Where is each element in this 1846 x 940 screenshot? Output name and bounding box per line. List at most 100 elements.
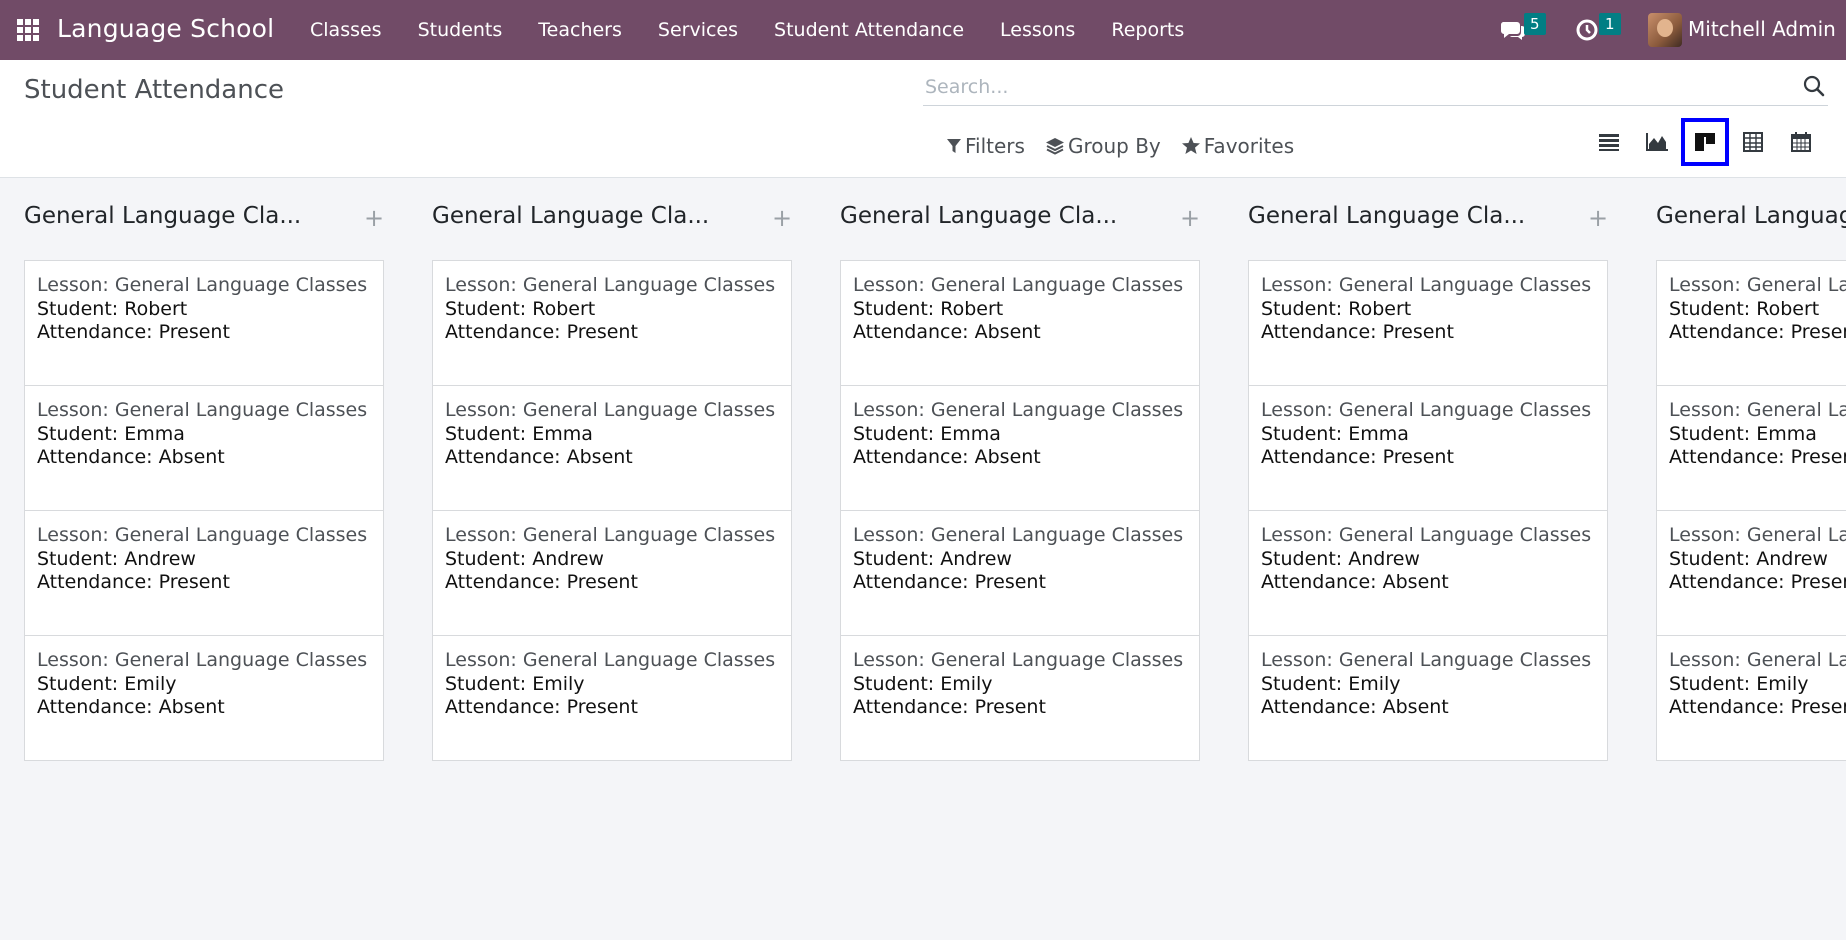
card-attendance: Attendance: Absent [37, 446, 225, 468]
card-attendance: Attendance: Present [1261, 321, 1454, 343]
quick-create-plus-icon[interactable]: + [364, 203, 384, 233]
card-student: Student: Robert [445, 297, 596, 320]
kanban-column-title[interactable]: General Language Cla... [1656, 203, 1846, 229]
card-lesson: Lesson: General Language Classes [853, 399, 1184, 421]
kanban-card[interactable]: Lesson: General Language Classes Student… [840, 510, 1200, 636]
calendar-view-button[interactable] [1777, 118, 1825, 166]
kanban-card[interactable]: Lesson: General Language Classes Student… [432, 385, 792, 511]
card-attendance: Attendance: Absent [1261, 696, 1449, 718]
pivot-view-button[interactable] [1729, 118, 1777, 166]
chat-icon[interactable] [1500, 17, 1526, 43]
quick-create-plus-icon[interactable]: + [1180, 203, 1200, 233]
kanban-icon [1695, 133, 1715, 151]
search-input[interactable] [925, 72, 1785, 102]
kanban-card[interactable]: Lesson: General Language Classes Student… [1656, 510, 1846, 636]
card-student: Student: Emma [853, 422, 1001, 445]
card-attendance: Attendance: Absent [37, 696, 225, 718]
card-attendance: Attendance: Present [37, 571, 230, 593]
kanban-card[interactable]: Lesson: General Language Classes Student… [1656, 635, 1846, 761]
kanban-card[interactable]: Lesson: General Language Classes Student… [840, 635, 1200, 761]
kanban-column-header: General Language Cla... + [1656, 203, 1846, 237]
card-attendance: Attendance: Present [1669, 321, 1846, 343]
app-grid-icon[interactable] [17, 19, 39, 41]
filters-label: Filters [965, 134, 1025, 158]
kanban-card[interactable]: Lesson: General Language Classes Student… [1656, 260, 1846, 386]
control-panel: Student Attendance Filters Group By [0, 60, 1846, 178]
calendar-icon [1791, 132, 1811, 152]
card-lesson: Lesson: General Language Classes [445, 399, 776, 421]
kanban-card[interactable]: Lesson: General Language Classes Student… [24, 385, 384, 511]
card-lesson: Lesson: General Language Classes [37, 399, 368, 421]
menu-item-student-attendance[interactable]: Student Attendance [756, 0, 982, 60]
top-navbar: Language School Classes Students Teacher… [0, 0, 1846, 60]
kanban-card[interactable]: Lesson: General Language Classes Student… [1248, 635, 1608, 761]
kanban-card[interactable]: Lesson: General Language Classes Student… [24, 260, 384, 386]
favorites-button[interactable]: Favorites [1171, 130, 1304, 162]
card-student: Student: Robert [37, 297, 188, 320]
kanban-card[interactable]: Lesson: General Language Classes Student… [1248, 260, 1608, 386]
card-lesson: Lesson: General Language Classes [853, 649, 1184, 671]
card-lesson: Lesson: General Language Classes [445, 524, 776, 546]
app-brand[interactable]: Language School [57, 14, 274, 43]
avatar[interactable] [1648, 13, 1682, 47]
group-by-button[interactable]: Group By [1035, 130, 1171, 162]
list-view-button[interactable] [1585, 118, 1633, 166]
kanban-cards: Lesson: General Language Classes Student… [432, 260, 792, 761]
menu-item-reports[interactable]: Reports [1093, 0, 1202, 60]
menu-item-teachers[interactable]: Teachers [520, 0, 640, 60]
kanban-cards: Lesson: General Language Classes Student… [24, 260, 384, 761]
kanban-card[interactable]: Lesson: General Language Classes Student… [24, 635, 384, 761]
layers-icon [1045, 138, 1064, 155]
card-lesson: Lesson: General Language Classes [37, 649, 368, 671]
menu-item-lessons[interactable]: Lessons [982, 0, 1093, 60]
card-attendance: Attendance: Present [445, 571, 638, 593]
list-icon [1599, 134, 1619, 151]
kanban-card[interactable]: Lesson: General Language Classes Student… [1248, 385, 1608, 511]
kanban-card[interactable]: Lesson: General Language Classes Student… [432, 635, 792, 761]
card-student: Student: Emily [1261, 672, 1401, 695]
activities-count-badge: 1 [1599, 13, 1621, 35]
kanban-column-title[interactable]: General Language Cla... [840, 203, 1140, 229]
kanban-board: General Language Cla... + Lesson: Genera… [0, 179, 1846, 940]
card-attendance: Attendance: Present [853, 696, 1046, 718]
kanban-card[interactable]: Lesson: General Language Classes Student… [840, 260, 1200, 386]
graph-view-button[interactable] [1633, 118, 1681, 166]
card-lesson: Lesson: General Language Classes [1669, 274, 1846, 296]
card-student: Student: Andrew [445, 547, 604, 570]
main-menu: Classes Students Teachers Services Stude… [292, 0, 1202, 60]
card-lesson: Lesson: General Language Classes [1261, 524, 1592, 546]
card-attendance: Attendance: Absent [853, 321, 1041, 343]
star-icon [1181, 137, 1200, 154]
kanban-view-button[interactable] [1681, 118, 1729, 166]
menu-item-services[interactable]: Services [640, 0, 756, 60]
filter-icon [947, 139, 961, 153]
quick-create-plus-icon[interactable]: + [772, 203, 792, 233]
card-student: Student: Emma [1669, 422, 1817, 445]
card-lesson: Lesson: General Language Classes [445, 274, 776, 296]
filters-button[interactable]: Filters [936, 130, 1035, 162]
kanban-column-header: General Language Cla... + [1248, 203, 1608, 237]
kanban-column-title[interactable]: General Language Cla... [432, 203, 732, 229]
kanban-column-title[interactable]: General Language Cla... [24, 203, 324, 229]
search-icon[interactable] [1802, 74, 1826, 98]
card-student: Student: Emily [445, 672, 585, 695]
card-attendance: Attendance: Absent [445, 446, 633, 468]
clock-icon[interactable] [1575, 18, 1599, 42]
menu-item-classes[interactable]: Classes [292, 0, 400, 60]
kanban-card[interactable]: Lesson: General Language Classes Student… [1656, 385, 1846, 511]
card-lesson: Lesson: General Language Classes [1669, 524, 1846, 546]
kanban-card[interactable]: Lesson: General Language Classes Student… [1248, 510, 1608, 636]
kanban-column-header: General Language Cla... + [840, 203, 1200, 237]
kanban-column-title[interactable]: General Language Cla... [1248, 203, 1548, 229]
kanban-card[interactable]: Lesson: General Language Classes Student… [432, 510, 792, 636]
user-menu[interactable]: Mitchell Admin [1688, 17, 1836, 41]
card-lesson: Lesson: General Language Classes [37, 274, 368, 296]
kanban-card[interactable]: Lesson: General Language Classes Student… [840, 385, 1200, 511]
quick-create-plus-icon[interactable]: + [1588, 203, 1608, 233]
card-lesson: Lesson: General Language Classes [853, 524, 1184, 546]
card-attendance: Attendance: Absent [1261, 571, 1449, 593]
menu-item-students[interactable]: Students [400, 0, 521, 60]
kanban-cards: Lesson: General Language Classes Student… [1248, 260, 1608, 761]
kanban-card[interactable]: Lesson: General Language Classes Student… [24, 510, 384, 636]
kanban-card[interactable]: Lesson: General Language Classes Student… [432, 260, 792, 386]
